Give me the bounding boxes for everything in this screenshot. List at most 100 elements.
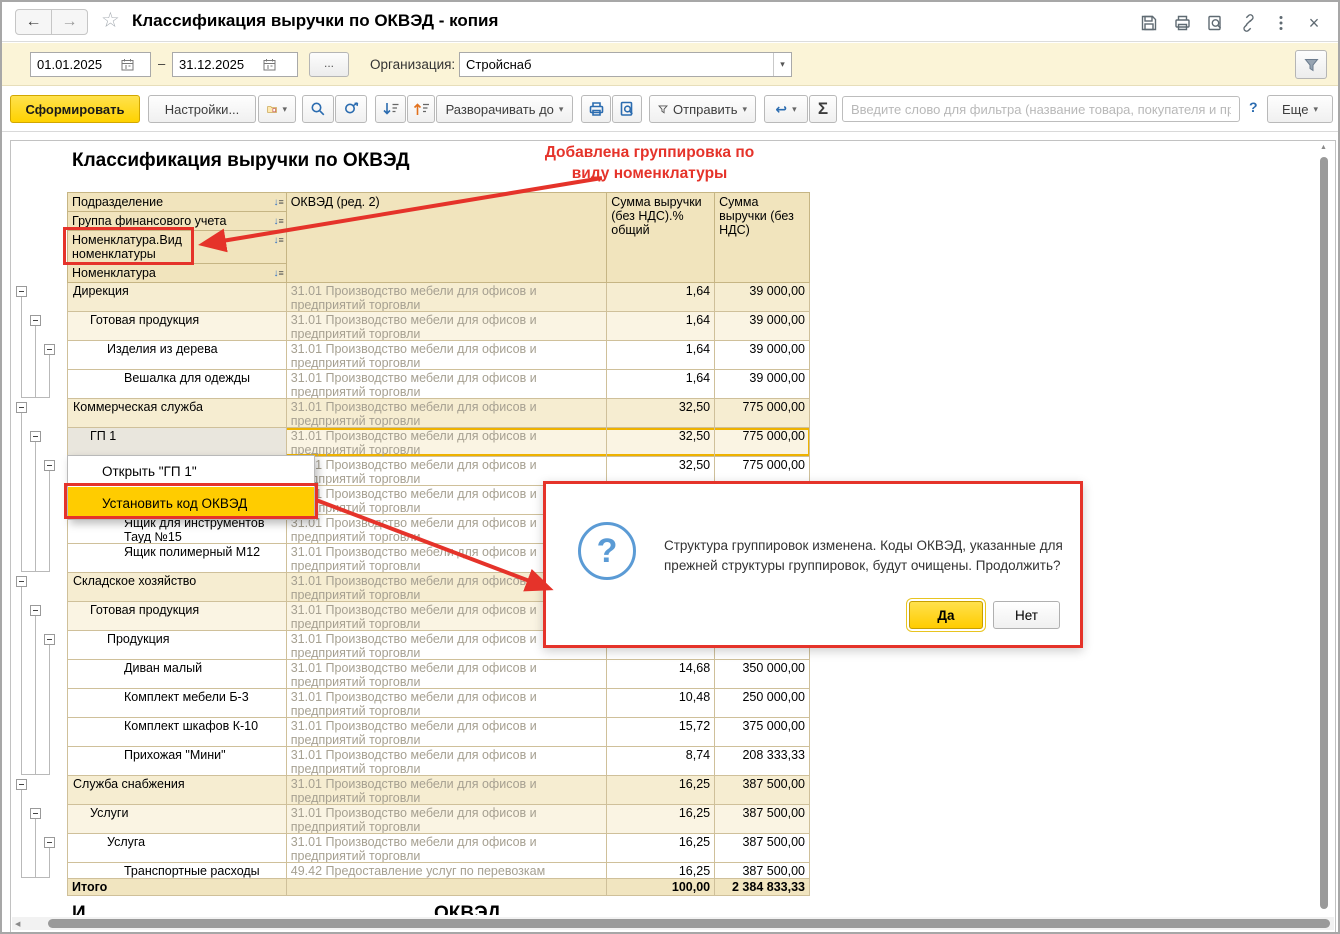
context-menu-item-set-okved[interactable]: Установить код ОКВЭД xyxy=(68,487,314,519)
tree-collapse-button[interactable] xyxy=(16,402,27,413)
table-row[interactable]: Коммерческая служба 31.01 Производство ме… xyxy=(68,399,810,428)
cell-c1: Ящик полимерный М12 xyxy=(68,544,287,572)
table-row[interactable]: Служба снабжения 31.01 Производство мебел… xyxy=(68,776,810,805)
tree-collapse-button[interactable] xyxy=(30,808,41,819)
search-refresh-icon xyxy=(344,102,358,114)
tree-collapse-button[interactable] xyxy=(30,431,41,442)
table-row[interactable]: Дирекция 31.01 Производство мебели для оф… xyxy=(68,283,810,312)
cell-c2: 31.01 Производство мебели для офисов и п… xyxy=(287,370,608,398)
date-from-field[interactable] xyxy=(30,52,151,77)
cancel-search-button[interactable] xyxy=(335,95,367,123)
chevron-down-icon: ▾ xyxy=(792,103,797,114)
collapse-groups-button[interactable] xyxy=(407,95,435,123)
more-actions-button[interactable]: Еще ▾ xyxy=(1267,95,1333,123)
search-button[interactable] xyxy=(302,95,334,123)
sort-icon[interactable]: ↓≡ xyxy=(273,266,283,281)
table-row[interactable]: Комплект шкафов К-10 31.01 Производство м… xyxy=(68,718,811,747)
tree-collapse-button[interactable] xyxy=(44,344,55,355)
sort-icon[interactable]: ↓≡ xyxy=(273,233,283,248)
table-row[interactable]: Услуга 31.01 Производство мебели для офис… xyxy=(68,834,810,863)
print-icon[interactable] xyxy=(1170,11,1194,35)
table-total-row[interactable]: Итого 100,00 2 384 833,33 xyxy=(68,879,810,896)
cell-c3: 8,74 xyxy=(607,747,716,775)
header-sum[interactable]: Сумма выручки (без НДС) xyxy=(715,193,810,283)
header-department[interactable]: Подразделение ↓≡ xyxy=(68,193,287,212)
table-row[interactable]: Комплект мебели Б-3 31.01 Производство ме… xyxy=(68,689,811,718)
cell-c4: 387 500,00 xyxy=(715,776,810,804)
tree-collapse-button[interactable] xyxy=(30,605,41,616)
calendar-icon[interactable] xyxy=(259,58,279,71)
save-icon[interactable] xyxy=(1137,11,1161,35)
cell-c2: 31.01 Производство мебели для офисов и п… xyxy=(287,428,608,456)
tree-collapse-button[interactable] xyxy=(30,315,41,326)
table-row[interactable]: Вешалка для одежды 31.01 Производство меб… xyxy=(68,370,811,399)
standard-settings-button[interactable]: ↩ ▾ xyxy=(764,95,808,123)
tree-collapse-button[interactable] xyxy=(16,779,27,790)
header-percent[interactable]: Сумма выручки (без НДС).% общий xyxy=(607,193,716,283)
calendar-icon[interactable] xyxy=(117,58,137,71)
date-to-input[interactable] xyxy=(173,57,259,72)
header-nomenclature-kind[interactable]: Номенклатура.Вид номенклатуры ↓≡ xyxy=(68,231,287,264)
horizontal-scroll-thumb[interactable] xyxy=(48,919,1330,928)
tree-collapse-button[interactable] xyxy=(44,837,55,848)
table-row[interactable]: Диван малый 31.01 Производство мебели для… xyxy=(68,660,811,689)
forward-button[interactable]: → xyxy=(51,9,88,35)
tree-joint xyxy=(21,571,50,572)
date-to-field[interactable] xyxy=(172,52,298,77)
expand-down-icon xyxy=(382,103,398,115)
tree-collapse-button[interactable] xyxy=(44,460,55,471)
cell-c4: 39 000,00 xyxy=(715,341,810,369)
tree-collapse-button[interactable] xyxy=(44,634,55,645)
table-row[interactable]: Транспортные расходы 49.42 Предоставление… xyxy=(68,863,811,879)
scroll-left-icon[interactable]: ◀ xyxy=(15,920,20,928)
header-okved[interactable]: ОКВЭД (ред. 2) xyxy=(286,193,608,283)
chevron-down-icon[interactable]: ▾ xyxy=(773,53,791,76)
table-row[interactable]: Услуги 31.01 Производство мебели для офис… xyxy=(68,805,810,834)
print-button[interactable] xyxy=(581,95,611,123)
sort-icon[interactable]: ↓≡ xyxy=(273,195,283,210)
table-row[interactable]: Прихожая "Мини" 31.01 Производство мебели… xyxy=(68,747,811,776)
generate-button[interactable]: Сформировать xyxy=(10,95,140,123)
vertical-scrollbar[interactable]: ▲ xyxy=(1319,144,1330,912)
preview-button[interactable] xyxy=(612,95,642,123)
sort-icon[interactable]: ↓≡ xyxy=(273,214,283,229)
organization-combo[interactable]: Стройснаб ▾ xyxy=(459,52,792,77)
yes-button[interactable]: Да xyxy=(909,601,983,629)
date-from-input[interactable] xyxy=(31,57,117,72)
tree-collapse-button[interactable] xyxy=(16,576,27,587)
send-button[interactable]: Отправить ▾ xyxy=(649,95,756,123)
table-row[interactable]: Изделия из дерева 31.01 Производство мебе… xyxy=(68,341,810,370)
tree-collapse-button[interactable] xyxy=(16,286,27,297)
header-nomenclature[interactable]: Номенклатура ↓≡ xyxy=(68,264,287,283)
print-preview-icon[interactable] xyxy=(1203,11,1227,35)
back-button[interactable]: ← xyxy=(15,9,52,35)
horizontal-scrollbar[interactable]: ◀ xyxy=(12,917,1334,930)
cell-c3: 16,25 xyxy=(607,776,716,804)
close-icon[interactable]: × xyxy=(1302,11,1326,35)
tree-line xyxy=(35,819,36,878)
quick-filter-input[interactable] xyxy=(842,96,1240,122)
report-variants-button[interactable]: ▾ xyxy=(258,95,296,123)
cell-c3: 16,25 xyxy=(607,805,716,833)
period-more-button[interactable]: ... xyxy=(309,52,349,77)
sum-button[interactable]: Σ xyxy=(809,95,837,123)
table-row[interactable]: Готовая продукция 31.01 Производство мебе… xyxy=(68,312,810,341)
filter-funnel-button[interactable] xyxy=(1295,50,1327,79)
expand-to-button[interactable]: Разворачивать до ▾ xyxy=(436,95,573,123)
vertical-scroll-thumb[interactable] xyxy=(1320,157,1328,909)
context-menu-item-open[interactable]: Открыть "ГП 1" xyxy=(68,456,314,487)
favorite-star-icon[interactable]: ☆ xyxy=(101,8,120,33)
get-link-icon[interactable] xyxy=(1236,11,1260,35)
settings-button[interactable]: Настройки... xyxy=(148,95,256,123)
table-row[interactable]: ГП 1 31.01 Производство мебели для офисов… xyxy=(68,428,810,457)
cell-c1: Продукция xyxy=(68,631,287,659)
header-fin-group[interactable]: Группа финансового учета ↓≡ xyxy=(68,212,287,231)
cell-c1: Коммерческая служба xyxy=(68,399,287,427)
help-button[interactable]: ? xyxy=(1249,99,1258,115)
more-menu-icon[interactable] xyxy=(1269,11,1293,35)
no-button[interactable]: Нет xyxy=(993,601,1060,629)
expand-groups-button[interactable] xyxy=(375,95,406,123)
scroll-up-icon[interactable]: ▲ xyxy=(1320,144,1327,151)
funnel-icon xyxy=(1303,58,1319,71)
titlebar-actions: × xyxy=(1137,11,1326,35)
